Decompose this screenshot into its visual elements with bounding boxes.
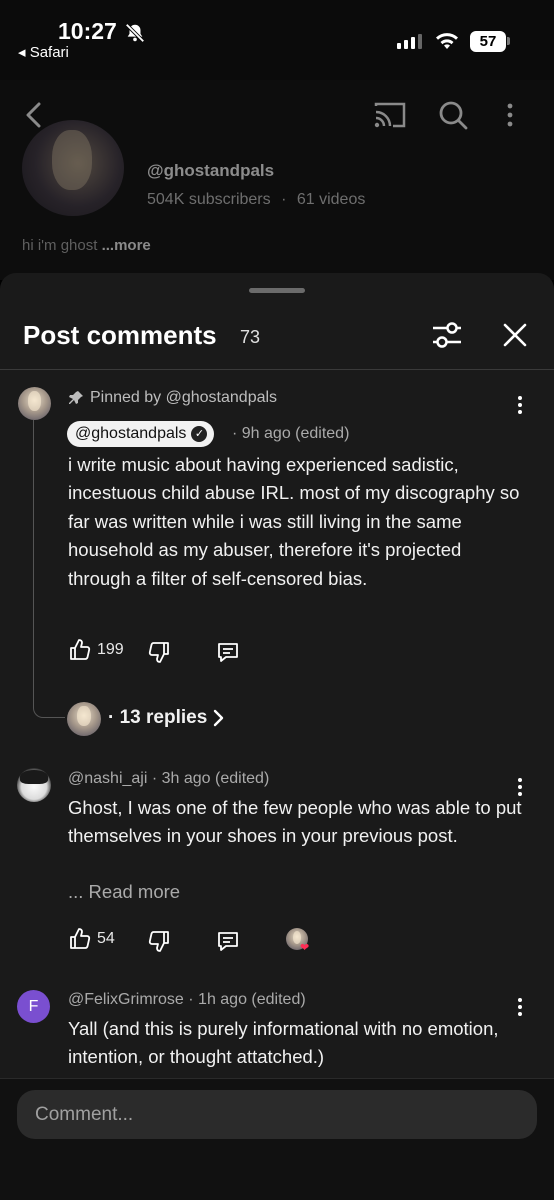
battery-tip [507, 37, 510, 45]
comment-text: i write music about having experienced s… [68, 454, 520, 589]
sheet-drag-handle[interactable] [249, 288, 305, 293]
comment-time: · 9h ago (edited) [232, 425, 350, 442]
thumb-up-icon [70, 928, 91, 949]
dislike-button[interactable] [147, 929, 171, 953]
like-button[interactable]: 199 [68, 638, 124, 662]
reply-button[interactable] [216, 640, 240, 664]
video-count: 61 videos [296, 191, 366, 208]
comment-time: · 1h ago (edited) [188, 991, 306, 1008]
reply-avatar [67, 702, 101, 736]
author-handle: @ghostandpals [75, 425, 187, 442]
thumb-down-icon [148, 642, 169, 663]
view-replies-button[interactable]: · 13 replies [108, 707, 225, 729]
search-icon[interactable] [437, 99, 469, 136]
replies-count: · 13 replies [108, 707, 208, 728]
pinned-label: Pinned by @ghostandpals [68, 389, 277, 407]
comment-time: · 3h ago (edited) [151, 770, 270, 787]
back-to-safari[interactable]: ◂ Safari [18, 43, 69, 61]
close-icon[interactable] [502, 322, 528, 353]
comment-input[interactable] [17, 1090, 537, 1139]
like-button[interactable]: 54 [68, 927, 115, 951]
sheet-divider [0, 369, 554, 370]
dislike-button[interactable] [147, 640, 171, 664]
pinned-text: Pinned by @ghostandpals [90, 389, 278, 406]
reply-icon [218, 643, 238, 662]
stats-separator: · [281, 191, 287, 208]
pin-icon [69, 391, 83, 404]
thumb-up-icon [70, 639, 91, 660]
like-count: 199 [97, 641, 124, 658]
channel-stats: 504K subscribers · 61 videos [147, 191, 365, 209]
bio-text: hi i'm ghost [22, 237, 98, 254]
author-handle[interactable]: @FelixGrimrose [68, 991, 184, 1008]
more-vert-icon[interactable] [505, 102, 515, 133]
comment-count: 73 [240, 327, 261, 347]
comment-text: Yall (and this is purely informational w… [68, 1018, 499, 1068]
reply-icon [218, 932, 238, 951]
heart-icon: ❤ [300, 942, 310, 954]
cast-icon[interactable] [373, 100, 407, 135]
comment-text: Ghost, I was one of the few people who w… [68, 797, 522, 847]
avatar[interactable] [17, 768, 51, 802]
comment-header: @nashi_aji · 3h ago (edited) [68, 770, 269, 788]
status-time: 10:27 [58, 18, 117, 44]
sheet-title: Post comments [23, 320, 217, 350]
bell-off-icon [124, 22, 146, 49]
channel-handle[interactable]: @ghostandpals [147, 161, 274, 181]
battery-indicator: 57 [470, 31, 506, 52]
avatar[interactable]: F [17, 990, 50, 1023]
channel-avatar[interactable] [22, 120, 124, 216]
like-count: 54 [97, 930, 115, 947]
thumb-down-icon [148, 931, 169, 952]
author-badge[interactable]: @ghostandpals ✓ [67, 421, 215, 447]
chevron-right-icon [214, 709, 224, 727]
author-handle[interactable]: @nashi_aji [68, 770, 147, 787]
filter-icon[interactable] [431, 320, 463, 355]
signal-icon [397, 34, 422, 49]
channel-bio[interactable]: hi i'm ghost ...more [22, 237, 151, 254]
reply-button[interactable] [216, 929, 240, 953]
avatar[interactable] [18, 387, 51, 420]
read-more-link[interactable]: ... Read more [68, 881, 180, 903]
wifi-icon [435, 31, 459, 56]
more-vert-icon[interactable] [515, 395, 525, 420]
verified-icon: ✓ [191, 426, 208, 442]
bio-more-link[interactable]: ...more [102, 237, 151, 254]
thread-line [33, 420, 65, 718]
subscriber-count: 504K subscribers [147, 191, 271, 208]
comment-header: @FelixGrimrose · 1h ago (edited) [68, 991, 306, 1009]
